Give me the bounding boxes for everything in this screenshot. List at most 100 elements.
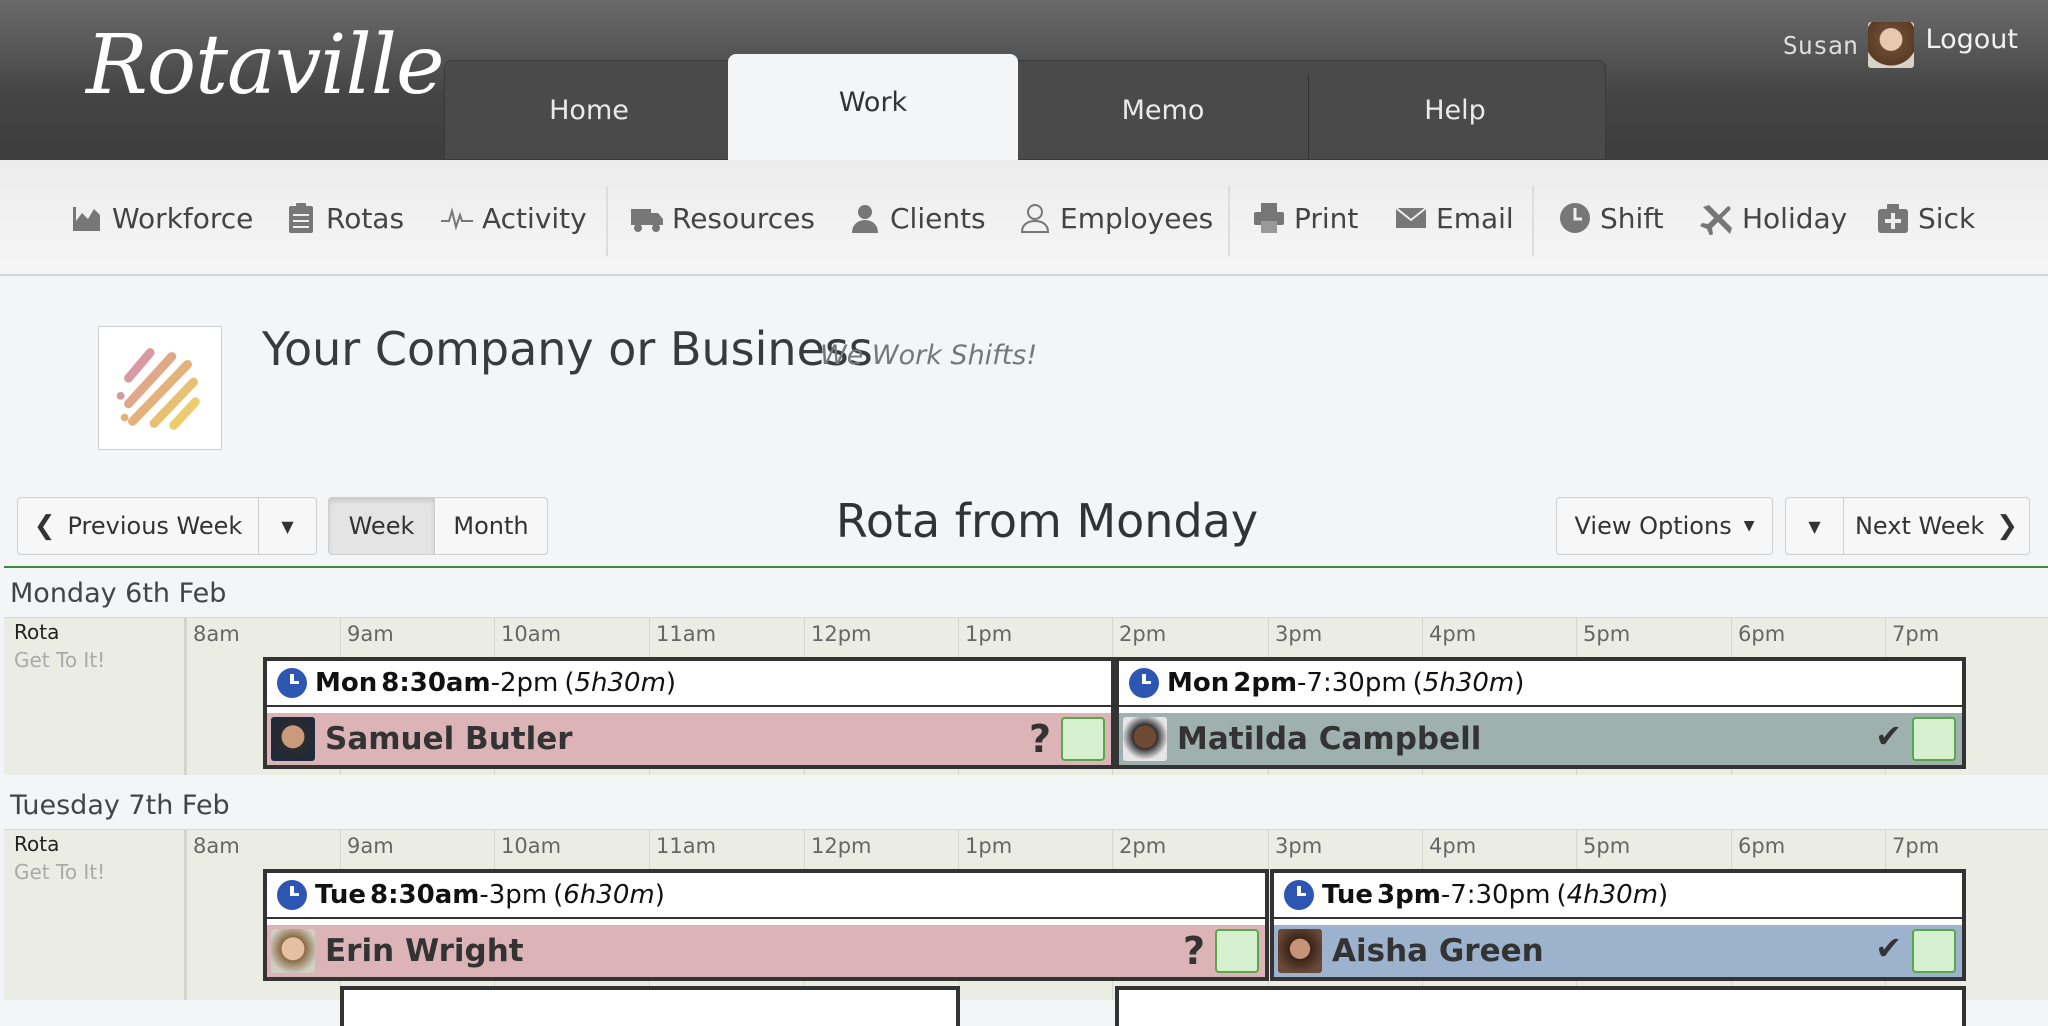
email-button[interactable]: Email [1394,160,1514,276]
top-bar: Rotaville Home Memo Help Work Susan Logo… [0,0,2048,160]
shift-checkbox[interactable] [1061,717,1105,761]
caret-down-icon: ▼ [1743,518,1755,534]
employee-name: Erin Wright [325,933,524,969]
shift-day: Mon [315,668,378,698]
print-button[interactable]: Print [1252,160,1358,276]
next-week-button[interactable]: Next Week ❯ [1843,497,2030,555]
tab-divider [1308,74,1309,160]
employees-label: Employees [1060,201,1214,235]
tab-help[interactable]: Help [1310,60,1600,160]
truck-icon [631,209,663,232]
week-label: Week [348,512,415,540]
caret-down-icon: ▼ [1808,516,1821,536]
confirmed-check-icon: ✔ [1875,929,1902,967]
rota-label: Rota [14,620,60,644]
clock-icon [277,880,307,910]
workforce-label: Workforce [112,201,254,235]
shift-duration: 5h30m [1422,668,1515,698]
unconfirmed-status-icon: ? [1028,717,1051,761]
employee-name: Matilda Campbell [1177,721,1482,757]
shift-employee[interactable]: Aisha Green ✔ [1274,925,1962,977]
shift-card-partial[interactable] [1115,986,1966,1026]
employee-avatar [1278,929,1322,973]
logout-link[interactable]: Logout [1926,24,2018,55]
shift-end: -2pm [490,668,559,698]
print-label: Print [1294,201,1359,235]
rota-label: Rota [14,832,60,856]
shift-time: Tue 8:30am -3pm (6h30m) [267,873,1265,919]
shift-start: 8:30am [381,668,491,698]
user-avatar[interactable] [1868,22,1914,68]
shift-start: 2pm [1233,668,1298,698]
shift-day: Mon [1167,668,1230,698]
week-view-button[interactable]: Week [328,497,435,555]
shift-end: -7:30pm [1440,880,1551,910]
shift-duration: 6h30m [563,880,655,910]
next-week-label: Next Week [1854,512,1985,540]
main-toolbar: Workforce Rotas Activity Resources Clien… [0,160,2048,276]
shift-employee[interactable]: Erin Wright ? [267,925,1265,977]
company-logo-graphic [116,348,200,430]
shift-duration: 5h30m [574,668,666,698]
day-label-monday: Monday 6th Feb [10,578,227,609]
unconfirmed-status-icon: ? [1182,929,1205,973]
workforce-button[interactable]: Workforce [70,160,253,276]
company-name: Your Company or Business [262,322,873,376]
clock-icon [1284,880,1314,910]
clients-label: Clients [890,201,986,235]
tab-home[interactable]: Home [444,60,734,160]
employees-button[interactable]: Employees [1018,160,1213,276]
shift-end: -7:30pm [1297,668,1407,698]
activity-label: Activity [482,201,587,235]
hour-column: 8am [186,618,240,775]
clients-button[interactable]: Clients [848,160,986,276]
shift-duration: 4h30m [1566,880,1659,910]
caret-down-icon: ▼ [281,516,294,536]
shift-button[interactable]: Shift [1558,160,1664,276]
shift-checkbox[interactable] [1912,717,1956,761]
rota-title: Rota from Monday [835,494,1259,548]
previous-week-button[interactable]: ❮ Previous Week [17,497,259,555]
shift-card[interactable]: Tue 8:30am -3pm (6h30m) Erin Wright ? [263,869,1269,981]
shift-label: Shift [1600,201,1664,235]
shift-start: 3pm [1377,880,1441,910]
medical-icon [1878,204,1908,233]
rotas-button[interactable]: Rotas [284,160,404,276]
user-name[interactable]: Susan [1783,31,1858,60]
shift-card-partial[interactable] [340,986,960,1026]
holiday-button[interactable]: Holiday [1700,160,1847,276]
shift-card[interactable]: Mon 8:30am -2pm (5h30m) Samuel Butler ? [263,657,1115,769]
user-menu[interactable]: Susan [1783,22,1914,68]
pulse-icon [441,207,473,231]
sick-button[interactable]: Sick [1876,160,1975,276]
toolbar-separator [1532,186,1534,256]
activity-button[interactable]: Activity [440,160,587,276]
shift-start: 8:30am [370,880,480,910]
chevron-left-icon: ❮ [33,511,56,541]
employee-name: Samuel Butler [325,721,573,757]
shift-employee[interactable]: Matilda Campbell ✔ [1119,713,1962,765]
user-icon [1020,204,1050,233]
shift-card[interactable]: Mon 2pm -7:30pm (5h30m) Matilda Campbell… [1115,657,1966,769]
shift-time: Mon 2pm -7:30pm (5h30m) [1119,661,1962,707]
header-divider [4,566,2048,568]
holiday-label: Holiday [1742,201,1848,235]
app-logo[interactable]: Rotaville [86,18,444,113]
shift-card[interactable]: Tue 3pm -7:30pm (4h30m) Aisha Green ✔ [1270,869,1966,981]
month-view-button[interactable]: Month [434,497,548,555]
next-week-dropdown[interactable]: ▼ [1785,497,1844,555]
shift-checkbox[interactable] [1912,929,1956,973]
tab-memo[interactable]: Memo [1018,60,1308,160]
employee-avatar [271,929,315,973]
tab-work[interactable]: Work [728,54,1018,160]
shift-time: Tue 3pm -7:30pm (4h30m) [1274,873,1962,919]
view-options-button[interactable]: View Options ▼ [1556,497,1773,555]
company-logo [98,326,222,450]
employee-name: Aisha Green [1332,933,1544,969]
shift-employee[interactable]: Samuel Butler ? [267,713,1111,765]
previous-week-label: Previous Week [67,512,243,540]
shift-checkbox[interactable] [1215,929,1259,973]
toolbar-separator [1228,186,1230,256]
resources-button[interactable]: Resources [630,160,815,276]
previous-week-dropdown[interactable]: ▼ [258,497,317,555]
